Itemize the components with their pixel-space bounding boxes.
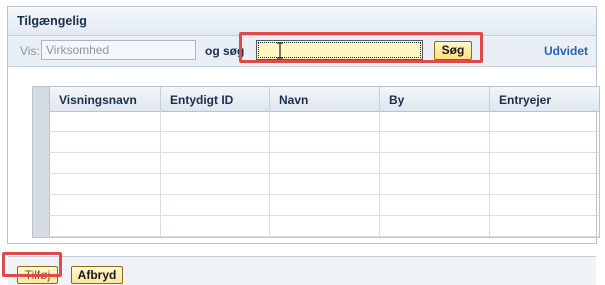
table-cell[interactable] — [380, 216, 490, 236]
row-selector-cell[interactable] — [33, 216, 50, 236]
table-cell[interactable] — [490, 174, 600, 194]
table-row[interactable] — [33, 195, 599, 216]
table-cell[interactable] — [50, 153, 161, 173]
table-cell[interactable] — [270, 174, 380, 194]
table-cell[interactable] — [270, 153, 380, 173]
column-header-label: Entydigt ID — [170, 93, 234, 107]
table-cell[interactable] — [380, 132, 490, 152]
table-cell[interactable] — [490, 132, 600, 152]
column-header-entydigt-id[interactable]: Entydigt ID — [161, 87, 270, 111]
table-cell[interactable] — [490, 153, 600, 173]
column-header-entryejer[interactable]: Entryejer — [490, 87, 600, 111]
table-row[interactable] — [33, 216, 599, 237]
table-cell[interactable] — [50, 216, 161, 236]
table-cell[interactable] — [270, 216, 380, 236]
results-table: Visningsnavn Entydigt ID Navn By Entryej… — [32, 86, 600, 238]
add-button-highlight-box — [2, 252, 62, 277]
table-cell[interactable] — [161, 111, 270, 131]
panel-footer: Tilføj Afbryd — [8, 256, 596, 285]
table-cell[interactable] — [50, 111, 161, 131]
row-selector-cell[interactable] — [33, 132, 50, 152]
table-cell[interactable] — [380, 174, 490, 194]
table-cell[interactable] — [161, 174, 270, 194]
row-selector-cell[interactable] — [33, 174, 50, 194]
table-row[interactable] — [33, 111, 599, 132]
table-cell[interactable] — [490, 216, 600, 236]
column-header-visningsnavn[interactable]: Visningsnavn — [50, 87, 161, 111]
table-cell[interactable] — [270, 195, 380, 215]
table-cell[interactable] — [161, 153, 270, 173]
table-row[interactable] — [33, 132, 599, 153]
row-selector-cell[interactable] — [33, 153, 50, 173]
table-cell[interactable] — [50, 195, 161, 215]
table-header: Visningsnavn Entydigt ID Navn By Entryej… — [33, 87, 599, 112]
search-highlight-box — [239, 32, 483, 63]
select-all-cell[interactable] — [33, 87, 50, 111]
table-cell[interactable] — [50, 132, 161, 152]
cancel-button[interactable]: Afbryd — [71, 266, 123, 284]
vis-select[interactable]: Virksomhed — [41, 40, 196, 60]
table-cell[interactable] — [161, 216, 270, 236]
advanced-search-link[interactable]: Udvidet — [544, 44, 588, 58]
table-cell[interactable] — [270, 132, 380, 152]
table-cell[interactable] — [490, 111, 600, 131]
table-cell[interactable] — [380, 111, 490, 131]
panel-title: Tilgængelig — [17, 14, 87, 28]
column-header-label: Entryejer — [499, 93, 552, 107]
table-cell[interactable] — [50, 174, 161, 194]
vis-label: Vis: — [20, 44, 40, 58]
table-row[interactable] — [33, 174, 599, 195]
column-header-by[interactable]: By — [380, 87, 490, 111]
row-selector-cell[interactable] — [33, 195, 50, 215]
column-header-label: Visningsnavn — [59, 93, 137, 107]
column-header-label: Navn — [279, 93, 309, 107]
table-cell[interactable] — [380, 195, 490, 215]
table-cell[interactable] — [161, 132, 270, 152]
table-cell[interactable] — [490, 195, 600, 215]
column-header-navn[interactable]: Navn — [270, 87, 380, 111]
table-cell[interactable] — [161, 195, 270, 215]
row-selector-cell[interactable] — [33, 111, 50, 131]
column-header-label: By — [389, 93, 405, 107]
table-row[interactable] — [33, 153, 599, 174]
table-cell[interactable] — [380, 153, 490, 173]
table-cell[interactable] — [270, 111, 380, 131]
